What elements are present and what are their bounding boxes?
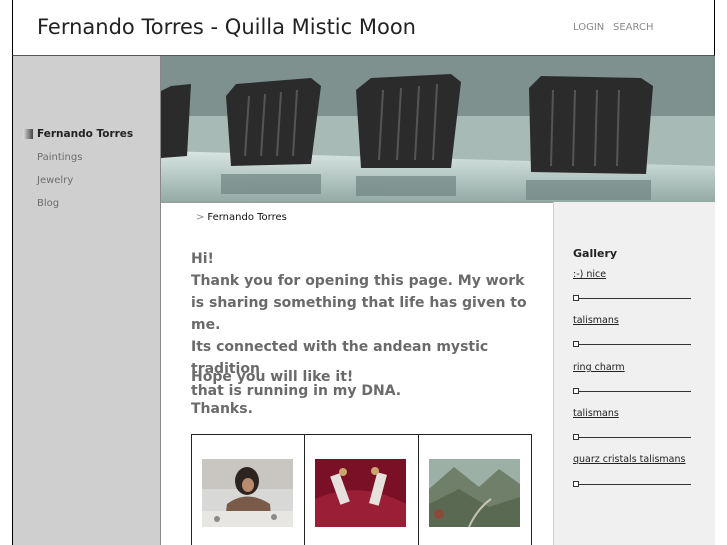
gallery-link[interactable]: talismans (573, 408, 619, 419)
sidebar-nav: Fernando Torres Paintings Jewelry Blog (12, 56, 161, 545)
gallery-divider (573, 295, 691, 301)
photo-cell (419, 435, 531, 545)
gallery-divider (573, 388, 691, 394)
hope-text: Hope you will like it! (191, 369, 354, 385)
gallery-link[interactable]: quarz cristals talismans (573, 454, 685, 465)
intro-line: is sharing something that life has given… (191, 295, 527, 333)
sidebar-item-paintings[interactable]: Paintings (37, 152, 82, 163)
gallery-link[interactable]: talismans (573, 315, 619, 326)
gallery-title: Gallery (573, 247, 618, 260)
gallery-link[interactable]: :-) nice (573, 269, 606, 280)
gallery-divider (573, 341, 691, 347)
site-title: Fernando Torres - Quilla Mistic Moon (37, 15, 416, 39)
page-margin-right (715, 0, 727, 545)
conference-chairs-image (161, 56, 715, 202)
intro-line: Thank you for opening this page. My work (191, 273, 525, 289)
sidebar-item-blog[interactable]: Blog (37, 198, 59, 209)
gallery-link[interactable]: ring charm (573, 362, 625, 373)
breadcrumb-separator: > (196, 212, 205, 223)
page-margin-left (0, 0, 12, 545)
crystal-pendants-photo[interactable] (315, 459, 407, 527)
gallery-divider (573, 434, 691, 440)
header-banner-image (161, 56, 715, 203)
login-link[interactable]: LOGIN (573, 22, 604, 33)
photo-cell (305, 435, 419, 545)
sidebar-item-fernando-torres[interactable]: Fernando Torres (37, 128, 133, 140)
site-header: Fernando Torres - Quilla Mistic Moon LOG… (12, 0, 715, 56)
photo-table (191, 434, 532, 545)
intro-text: Hi! Thank you for opening this page. My … (191, 248, 541, 417)
active-marker-icon (23, 129, 33, 139)
breadcrumb-current[interactable]: Fernando Torres (207, 212, 286, 223)
gallery-divider (573, 481, 691, 487)
thanks-text: Thanks. (191, 401, 253, 417)
breadcrumb: > Fernando Torres (196, 212, 287, 223)
andes-landscape-photo[interactable] (428, 459, 520, 527)
artist-working-photo[interactable] (202, 459, 293, 527)
search-link[interactable]: SEARCH (613, 22, 653, 33)
gallery-panel: Gallery :-) nice talismans ring charm ta… (553, 202, 715, 545)
intro-line: Hi! (191, 251, 214, 267)
photo-cell (192, 435, 306, 545)
sidebar-item-jewelry[interactable]: Jewelry (37, 175, 73, 186)
